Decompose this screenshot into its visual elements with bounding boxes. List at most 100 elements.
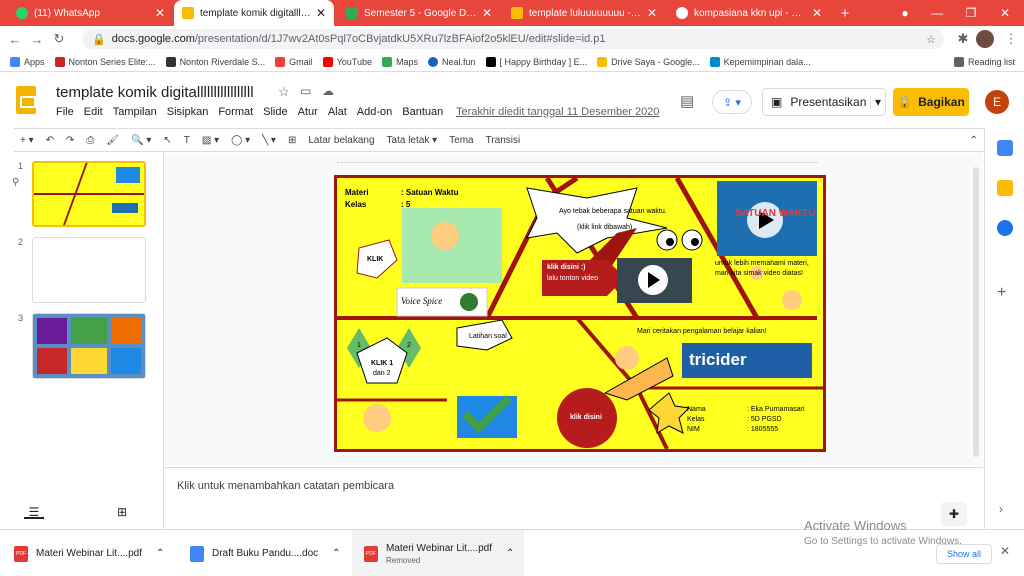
show-all-button[interactable]: Show all	[936, 544, 992, 564]
new-slide-icon[interactable]: + ▾	[20, 135, 34, 146]
close-icon[interactable]: ✕	[316, 6, 326, 20]
bookmark-maps[interactable]: Maps	[382, 56, 418, 67]
bookmark-drive[interactable]: Drive Saya - Google...	[597, 56, 700, 67]
tab-google-drive[interactable]: Semester 5 - Google Drive ✕	[338, 0, 500, 26]
menu-help[interactable]: Bantuan	[402, 106, 443, 118]
bookmark-item[interactable]: [ Happy Birthday ] E...	[485, 56, 587, 67]
scrollbar[interactable]	[973, 167, 979, 457]
bookmark-item[interactable]: Kepemimpinan dala...	[709, 56, 811, 67]
tasks-icon[interactable]	[997, 220, 1013, 236]
bookmark-gmail[interactable]: Gmail	[275, 56, 313, 67]
paint-format-icon[interactable]: 🖌	[106, 135, 119, 146]
chevron-up-icon[interactable]: ⌃	[156, 548, 164, 559]
theme-button[interactable]: Tema	[449, 135, 473, 146]
profile-menu-icon[interactable]: ●	[888, 0, 922, 26]
menu-edit[interactable]: Edit	[84, 106, 103, 118]
download-item-removed[interactable]: PDF Materi Webinar Lit....pdf Removed ⌃	[352, 530, 524, 576]
klik-disini-red-button[interactable]: klik disini	[570, 414, 602, 421]
slides-logo-icon[interactable]	[16, 86, 36, 114]
zoom-icon[interactable]: 🔍 ▾	[131, 135, 151, 146]
get-addons-icon[interactable]: +	[997, 284, 1006, 302]
slide-thumb-1[interactable]	[32, 161, 146, 227]
comment-icon[interactable]: ⊞	[288, 135, 296, 146]
calendar-icon[interactable]	[997, 140, 1013, 156]
close-icon[interactable]: ✕	[155, 6, 165, 20]
menu-addons[interactable]: Add-on	[357, 106, 392, 118]
new-tab-button[interactable]: +	[832, 0, 858, 26]
expand-panel-icon[interactable]: ›	[999, 502, 1003, 516]
menu-view[interactable]: Tampilan	[113, 106, 157, 118]
select-icon[interactable]: ↖	[163, 135, 171, 146]
background-button[interactable]: Latar belakang	[308, 135, 374, 146]
bookmark-apps[interactable]: Apps	[10, 56, 45, 67]
account-avatar[interactable]: E	[985, 90, 1009, 114]
bookmark-item[interactable]: Nonton Series Elite:...	[54, 56, 156, 67]
explore-icon[interactable]: ✚	[941, 502, 967, 526]
reload-icon[interactable]: ↻	[48, 31, 70, 47]
chevron-up-icon[interactable]: ⌃	[332, 548, 340, 559]
profile-avatar[interactable]	[976, 30, 994, 48]
print-icon[interactable]: ⎙	[86, 135, 94, 146]
present-button[interactable]: ▣ Presentasikan ▾	[762, 88, 886, 116]
download-item[interactable]: PDF Materi Webinar Lit....pdf ⌃	[14, 530, 174, 576]
bookmark-item[interactable]: Neal.fun	[428, 56, 476, 67]
klik-1-dan-2[interactable]: KLIK 1	[371, 360, 393, 367]
bookmark-youtube[interactable]: YouTube	[322, 56, 372, 67]
menu-tools[interactable]: Alat	[328, 106, 347, 118]
download-item[interactable]: Draft Buku Pandu....doc ⌃	[190, 530, 350, 576]
tab-kompasiana[interactable]: kompasiana kkn upi - Penelu ✕	[668, 0, 830, 26]
menu-insert[interactable]: Sisipkan	[167, 106, 209, 118]
forward-icon[interactable]: →	[26, 32, 48, 47]
last-edit-link[interactable]: Terakhir diedit tanggal 11 Desember 2020	[456, 106, 659, 118]
tab-whatsapp[interactable]: (11) WhatsApp ✕	[8, 0, 173, 26]
keep-icon[interactable]	[997, 180, 1013, 196]
close-window-button[interactable]: ✕	[988, 0, 1022, 26]
menu-arrange[interactable]: Atur	[298, 106, 318, 118]
menu-file[interactable]: File	[56, 106, 74, 118]
line-icon[interactable]: ╲ ▾	[262, 135, 276, 146]
reading-list[interactable]: Reading list	[954, 56, 1015, 67]
extensions-icon[interactable]: ✱	[952, 31, 974, 47]
minimize-button[interactable]: —	[920, 0, 954, 26]
slide-thumb-3[interactable]	[32, 313, 146, 379]
close-icon[interactable]: ✕	[482, 6, 492, 20]
klik-label[interactable]: KLIK	[367, 256, 383, 263]
tab-template-komik[interactable]: template komik digitalllllllllllllllll ✕	[174, 0, 334, 26]
grid-view-icon[interactable]: ⊞	[112, 505, 132, 519]
chevron-down-icon[interactable]: ▾	[869, 95, 881, 109]
video-thumbnail-title[interactable]: SATUAN WAKTU	[735, 208, 815, 219]
close-downloads-icon[interactable]: ✕	[1000, 544, 1010, 558]
share-button[interactable]: 🔒 Bagikan	[893, 88, 969, 116]
close-icon[interactable]: ✕	[647, 6, 657, 20]
grid-list-view-icon[interactable]: ☰	[24, 505, 44, 519]
slide-1[interactable]: Materi : Satuan Waktu Kelas : 5 Ayo teba…	[334, 175, 826, 452]
transition-button[interactable]: Transisi	[486, 135, 521, 146]
tricider-link[interactable]: tricider	[689, 350, 747, 370]
textbox-icon[interactable]: T	[184, 135, 190, 146]
voice-spice-link[interactable]: Voice Spice	[401, 296, 442, 306]
document-title[interactable]: template komik digitalllllllllllllllll	[56, 84, 254, 101]
comments-icon[interactable]: ▤	[680, 92, 694, 110]
slide-thumb-2[interactable]	[32, 237, 146, 303]
shape-icon[interactable]: ◯ ▾	[231, 135, 250, 146]
collapse-icon[interactable]: ⌃	[970, 135, 978, 146]
star-icon[interactable]: ☆	[278, 84, 290, 100]
image-icon[interactable]: ▨ ▾	[202, 135, 219, 146]
url-input[interactable]: 🔒 docs.google.com/presentation/d/1J7wv2A…	[82, 29, 944, 49]
chrome-menu-icon[interactable]: ⋮	[1000, 31, 1022, 47]
bookmark-item[interactable]: Nonton Riverdale S...	[165, 56, 265, 67]
klik-disini-label[interactable]: klik disini :)	[547, 264, 586, 271]
undo-icon[interactable]: ↶	[46, 135, 54, 146]
back-icon[interactable]: ←	[4, 32, 26, 47]
cloud-status-icon[interactable]: ☁	[322, 84, 334, 98]
menu-format[interactable]: Format	[218, 106, 253, 118]
latihan-soal-label[interactable]: Latihan soal	[469, 333, 507, 340]
bookmark-star-icon[interactable]: ☆	[926, 33, 936, 46]
restore-button[interactable]: ❐	[954, 0, 988, 26]
close-icon[interactable]: ✕	[812, 6, 822, 20]
redo-icon[interactable]: ↷	[66, 135, 74, 146]
menu-slide[interactable]: Slide	[263, 106, 287, 118]
chevron-up-icon[interactable]: ⌃	[506, 548, 514, 559]
meet-present-button[interactable]: ⇪ ▾	[712, 90, 752, 114]
layout-button[interactable]: Tata letak ▾	[387, 135, 438, 146]
